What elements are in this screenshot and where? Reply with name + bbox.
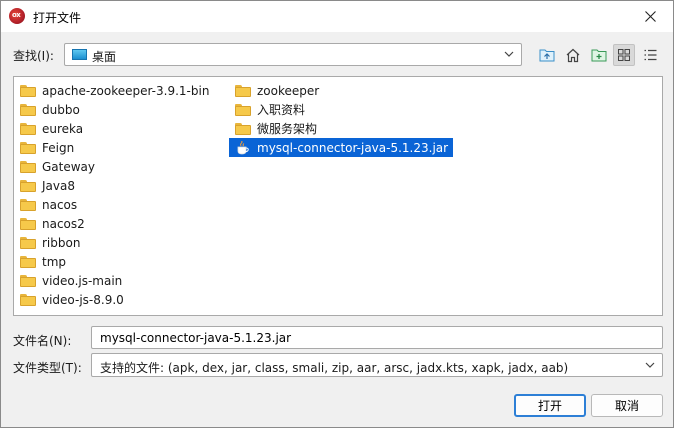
folder-icon	[20, 236, 36, 249]
folder-icon	[20, 293, 36, 306]
look-in-value: 桌面	[92, 50, 117, 64]
up-folder-button[interactable]	[536, 44, 558, 66]
folder-item[interactable]: video-js-8.9.0	[14, 290, 214, 309]
folder-icon	[20, 255, 36, 268]
folder-item[interactable]: video.js-main	[14, 271, 214, 290]
file-column-2: zookeeper 入职资料 微服务架构 mysql-connector-jav…	[229, 81, 454, 157]
app-logo-icon: ox	[9, 8, 25, 24]
folder-icon	[235, 103, 251, 116]
desktop-icon	[72, 49, 87, 60]
folder-item[interactable]: dubbo	[14, 100, 214, 119]
folder-item[interactable]: 入职资料	[229, 100, 453, 119]
folder-item[interactable]: 微服务架构	[229, 119, 453, 138]
folder-item[interactable]: Java8	[14, 176, 214, 195]
details-view-button[interactable]	[639, 44, 661, 66]
dialog-title: 打开文件	[33, 11, 82, 25]
folder-icon	[20, 84, 36, 97]
folder-item[interactable]: tmp	[14, 252, 214, 271]
folder-item[interactable]: ribbon	[14, 233, 214, 252]
details-view-icon	[644, 49, 656, 61]
file-column-1: apache-zookeeper-3.9.1-bin dubbo eureka …	[14, 81, 214, 309]
folder-icon	[20, 274, 36, 287]
folder-icon	[20, 179, 36, 192]
up-folder-icon	[539, 49, 555, 62]
home-icon	[566, 48, 580, 62]
folder-icon	[235, 122, 251, 135]
file-name-input[interactable]	[91, 326, 663, 349]
file-name-label: 文件名(N):	[13, 334, 72, 348]
selected-file-item[interactable]: mysql-connector-java-5.1.23.jar	[229, 138, 454, 157]
file-type-label: 文件类型(T):	[13, 361, 82, 375]
chevron-down-icon	[645, 362, 655, 368]
open-button[interactable]: 打开	[514, 394, 586, 417]
folder-item[interactable]: Feign	[14, 138, 214, 157]
file-list[interactable]: apache-zookeeper-3.9.1-bin dubbo eureka …	[13, 76, 663, 316]
folder-icon	[235, 84, 251, 97]
close-button[interactable]	[627, 1, 673, 32]
folder-icon	[20, 198, 36, 211]
folder-icon	[20, 141, 36, 154]
folder-icon	[20, 217, 36, 230]
folder-item[interactable]: Gateway	[14, 157, 214, 176]
new-folder-icon	[591, 49, 607, 62]
list-view-icon	[618, 49, 630, 61]
cancel-button[interactable]: 取消	[591, 394, 663, 417]
java-jar-icon	[237, 140, 249, 154]
file-type-combobox[interactable]: 支持的文件: (apk, dex, jar, class, smali, zip…	[91, 353, 663, 377]
folder-item[interactable]: zookeeper	[229, 81, 453, 100]
list-view-button[interactable]	[613, 44, 635, 66]
close-icon	[644, 11, 656, 22]
file-type-value: 支持的文件: (apk, dex, jar, class, smali, zip…	[100, 361, 569, 375]
new-folder-button[interactable]	[588, 44, 610, 66]
folder-item[interactable]: apache-zookeeper-3.9.1-bin	[14, 81, 214, 100]
folder-item[interactable]: nacos	[14, 195, 214, 214]
title-bar[interactable]: ox 打开文件	[1, 1, 673, 32]
folder-item[interactable]: nacos2	[14, 214, 214, 233]
folder-icon	[20, 122, 36, 135]
open-file-dialog: ox 打开文件 查找(I): 桌面 apache-zookeeper-3.9.1…	[0, 0, 674, 428]
folder-item[interactable]: eureka	[14, 119, 214, 138]
chevron-down-icon	[504, 51, 514, 57]
folder-icon	[20, 103, 36, 116]
look-in-combobox[interactable]: 桌面	[64, 43, 522, 66]
look-in-label: 查找(I):	[13, 49, 54, 63]
folder-icon	[20, 160, 36, 173]
home-button[interactable]	[562, 44, 584, 66]
